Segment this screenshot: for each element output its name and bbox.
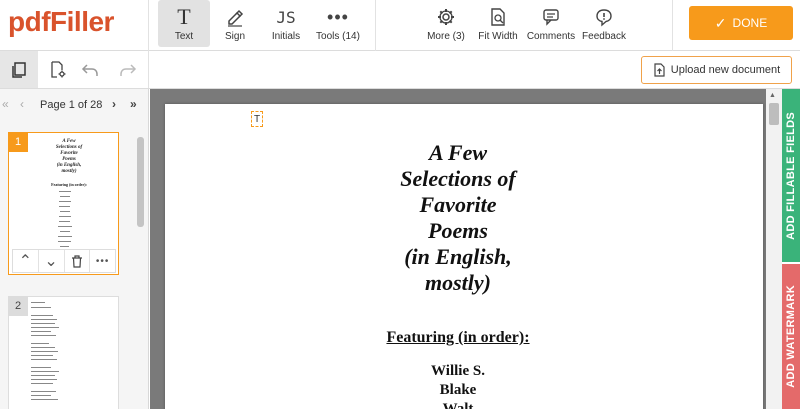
scroll-up-arrow-icon[interactable]: ▲ — [769, 92, 776, 99]
comments-label: Comments — [526, 31, 576, 42]
redo-button[interactable] — [110, 55, 146, 85]
thumbnail-actions: ⌃ ⌄ ••• — [12, 249, 116, 273]
last-page-icon[interactable]: » — [130, 97, 137, 111]
fit-width-button[interactable]: Fit Width — [475, 0, 521, 47]
toolbar-divider — [375, 0, 376, 51]
author-name: Walt — [442, 401, 474, 409]
add-watermark-tab[interactable]: ADD WATERMARK — [782, 264, 800, 409]
sign-tool-label: Sign — [224, 31, 245, 42]
more-dots-icon: ••• — [95, 255, 110, 267]
text-field-marker[interactable]: T — [251, 111, 263, 127]
title-line: (in English, — [404, 244, 512, 269]
watermark-tab-label: ADD WATERMARK — [785, 285, 797, 388]
document-scroll-thumb[interactable] — [769, 103, 779, 125]
author-list: Willie S. Blake Walt — [345, 362, 571, 409]
first-page-icon[interactable]: « — [2, 97, 9, 111]
thumbnail-featuring: Featuring (in order): — [51, 182, 87, 187]
document-page[interactable]: T A Few Selections of Favorite Poems (in… — [165, 104, 763, 409]
page-thumbnail[interactable]: 2 — [8, 296, 119, 409]
title-line: Selections of — [400, 166, 516, 191]
delete-page-button[interactable] — [65, 250, 91, 272]
next-page-icon[interactable]: › — [112, 97, 116, 111]
thumbnail-number: 1 — [8, 132, 28, 152]
logo-prefix: pdf — [8, 6, 51, 37]
pages-icon — [12, 61, 26, 78]
title-line: Poems — [428, 218, 488, 243]
feedback-icon — [581, 6, 627, 28]
title-line: A Few — [428, 140, 488, 165]
add-fillable-fields-tab[interactable]: ADD FILLABLE FIELDS — [782, 89, 800, 262]
initials-tool-label: Initials — [271, 31, 301, 42]
undo-icon — [81, 64, 98, 76]
toolbar-divider — [148, 51, 149, 88]
document-title: A Few Selections of Favorite Poems (in E… — [345, 140, 571, 296]
fillable-tab-label: ADD FILLABLE FIELDS — [785, 111, 797, 240]
document-scrollbar[interactable]: ▲ — [766, 89, 782, 409]
initials-icon: JS — [276, 7, 296, 27]
thumbnail-title-line: mostly) — [61, 169, 77, 174]
page-thumbnail[interactable]: 1 A Few Selections of Favorite Poems (in… — [8, 132, 119, 275]
page-indicator: Page 1 of 28 — [40, 99, 103, 111]
gear-icon — [424, 6, 468, 28]
tools-menu-label: Tools (14) — [316, 31, 360, 42]
feedback-button[interactable]: Feedback — [581, 0, 627, 47]
fit-width-label: Fit Width — [478, 31, 518, 42]
sign-tool-button[interactable]: Sign — [214, 0, 256, 47]
more-button[interactable]: More (3) — [424, 0, 468, 47]
undo-button[interactable] — [72, 55, 108, 85]
text-tool-label: Text — [174, 31, 194, 42]
more-label: More (3) — [427, 31, 465, 42]
redo-icon — [120, 64, 137, 76]
page-thumbnails-sidebar: « ‹ Page 1 of 28 › » 1 A Few Selections … — [0, 89, 149, 409]
sidebar-scroll-thumb[interactable] — [137, 137, 144, 227]
upload-document-icon — [654, 63, 665, 77]
author-name: Blake — [439, 382, 477, 398]
move-page-up-button[interactable]: ⌃ — [13, 250, 39, 272]
upload-new-document-button[interactable]: Upload new document — [641, 56, 792, 84]
comment-icon — [526, 6, 576, 28]
main-toolbar: pdfFiller T Text Sign JS Initials ••• To… — [0, 0, 800, 51]
page-navigator: « ‹ Page 1 of 28 › » — [0, 89, 148, 121]
app-window: pdfFiller T Text Sign JS Initials ••• To… — [0, 0, 800, 409]
chevron-down-icon: ⌄ — [44, 253, 58, 270]
document-settings-icon — [51, 61, 66, 78]
toolbar-divider — [148, 0, 149, 51]
done-button[interactable]: ✓ DONE — [689, 6, 793, 40]
thumbnail-number: 2 — [8, 296, 28, 316]
page-settings-button[interactable] — [40, 55, 76, 85]
comments-button[interactable]: Comments — [526, 0, 576, 47]
title-line: Favorite — [419, 192, 497, 217]
move-page-down-button[interactable]: ⌄ — [39, 250, 65, 272]
secondary-toolbar: Upload new document — [0, 51, 800, 89]
done-label: DONE — [732, 16, 768, 30]
checkmark-icon: ✓ — [714, 14, 727, 31]
upload-label: Upload new document — [670, 64, 781, 76]
text-icon: T — [177, 4, 191, 29]
fit-width-icon — [475, 6, 521, 28]
text-tool-button[interactable]: T Text — [158, 0, 210, 47]
more-dots-icon: ••• — [327, 6, 349, 27]
initials-tool-button[interactable]: JS Initials — [265, 0, 307, 47]
prev-page-icon[interactable]: ‹ — [20, 97, 24, 111]
trash-icon — [71, 254, 82, 268]
feedback-label: Feedback — [582, 31, 626, 42]
logo-suffix: Filler — [50, 6, 114, 37]
chevron-up-icon: ⌃ — [18, 253, 33, 270]
pen-sign-icon — [214, 6, 256, 28]
sidebar-scrollbar[interactable] — [135, 127, 145, 409]
title-line: mostly) — [425, 270, 491, 295]
tools-menu-button[interactable]: ••• Tools (14) — [312, 0, 364, 47]
pages-panel-toggle[interactable] — [0, 51, 38, 88]
pdffiller-logo[interactable]: pdfFiller — [8, 6, 114, 38]
featuring-heading: Featuring (in order): — [386, 329, 530, 346]
page-options-button[interactable]: ••• — [90, 250, 115, 272]
author-name: Willie S. — [431, 363, 485, 379]
toolbar-divider — [672, 0, 673, 51]
document-viewer: T A Few Selections of Favorite Poems (in… — [150, 89, 782, 409]
